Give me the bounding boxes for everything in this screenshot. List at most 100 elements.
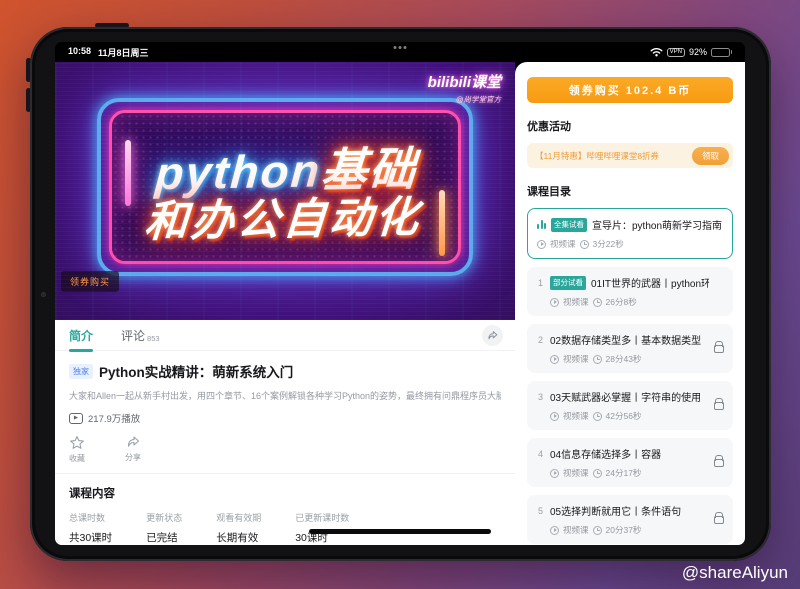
lesson-type: 视频课 <box>563 353 589 365</box>
course-item[interactable]: 3 03天赋武器必掌握丨字符串的使用 视频课 42分56秒 <box>527 381 733 430</box>
coupon-banner[interactable]: 【11月特惠】哔哩哔哩课堂8折券 领取 <box>527 143 733 168</box>
front-camera <box>41 292 46 297</box>
course-list[interactable]: 全集试看 宣导片：python萌新学习指南 视频课 3分22秒 <box>527 208 733 545</box>
thumbnail-title-python: python <box>154 144 323 199</box>
duration-icon <box>593 412 602 421</box>
favorite-button[interactable]: 收藏 <box>69 435 85 464</box>
duration-icon <box>593 298 602 307</box>
share-icon <box>487 330 498 341</box>
video-type-icon <box>550 298 559 307</box>
home-indicator[interactable] <box>309 529 491 534</box>
lock-icon <box>714 345 724 353</box>
lock-icon <box>714 459 724 467</box>
share-arrow-icon <box>125 435 141 449</box>
stat-validity: 观看有效期 长期有效 <box>216 511 261 545</box>
course-item[interactable]: 1 部分试看 01IT世界的武器丨python环境搭建_第一个 视频课 26分8… <box>527 267 733 316</box>
promo-section-title: 优惠活动 <box>527 118 733 134</box>
battery-icon <box>711 48 732 57</box>
ipad-device: 10:58 11月8日周三 VPN 92% <box>30 27 771 561</box>
lesson-index: 1 <box>536 278 545 288</box>
photo-watermark: @shareAliyun <box>682 563 788 583</box>
vpn-badge: VPN <box>667 48 685 57</box>
multitasking-indicator-icon[interactable] <box>394 46 407 49</box>
stat-updated-lessons: 已更新课时数 30课时 <box>295 511 349 545</box>
thumbnail-title-line2: 和办公自动化 <box>143 194 423 245</box>
lesson-type: 视频课 <box>563 467 589 479</box>
course-item-featured[interactable]: 全集试看 宣导片：python萌新学习指南 视频课 3分22秒 <box>527 208 733 259</box>
thumbnail-title-jichu: 基础 <box>319 143 419 197</box>
video-type-icon <box>550 355 559 364</box>
lesson-type: 视频课 <box>563 296 589 308</box>
course-item[interactable]: 2 02数据存储类型多丨基本数据类型 视频课 28分43秒 <box>527 324 733 373</box>
video-type-icon <box>550 526 559 535</box>
status-time: 10:58 <box>68 46 91 59</box>
lesson-duration: 24分17秒 <box>606 467 642 479</box>
tab-intro[interactable]: 简介 <box>69 327 93 344</box>
ipad-screen: 10:58 11月8日周三 VPN 92% <box>55 42 745 545</box>
lesson-title: 05选择判断就用它丨条件语句 <box>550 503 709 518</box>
battery-percent: 92% <box>689 47 707 57</box>
lesson-duration: 20分37秒 <box>606 524 642 536</box>
lesson-title: 01IT世界的武器丨python环境搭建_第一个 <box>591 275 709 290</box>
trial-badge: 全集试看 <box>551 218 587 232</box>
neon-frame <box>97 98 473 276</box>
claim-coupon-button[interactable]: 领取 <box>692 147 729 165</box>
thumbnail-title: python基础 和办公自动化 <box>55 62 515 320</box>
lesson-index: 4 <box>536 449 545 459</box>
neon-tube-left <box>125 140 131 206</box>
course-content-title: 课程内容 <box>69 485 501 501</box>
share-button[interactable] <box>482 325 503 346</box>
tab-comments[interactable]: 评论 853 <box>121 327 160 344</box>
video-player[interactable]: python基础 和办公自动化 bilibili课堂 @尚学堂官方 领券购买 <box>55 62 515 320</box>
now-playing-icon <box>537 220 546 229</box>
photo-background: 10:58 11月8日周三 VPN 92% <box>0 0 800 589</box>
lesson-index: 3 <box>536 392 545 402</box>
course-description: 大家和Allen一起从新手村出发，用四个章节、16个案例解锁各种学习Python… <box>69 389 501 402</box>
exclusive-badge: 独家 <box>69 364 93 379</box>
video-type-icon <box>537 240 546 249</box>
lesson-index: 5 <box>536 506 545 516</box>
catalog-section-title: 课程目录 <box>527 183 733 199</box>
course-item[interactable]: 5 05选择判断就用它丨条件语句 视频课 20分37秒 <box>527 495 733 544</box>
lesson-title: 03天赋武器必掌握丨字符串的使用 <box>550 389 709 404</box>
logo-subtext: @尚学堂官方 <box>428 94 501 105</box>
logo-text: bilibili课堂 <box>428 71 501 92</box>
lesson-duration: 28分43秒 <box>606 353 642 365</box>
play-count: 217.9万播放 <box>88 411 140 425</box>
course-content-section: 课程内容 总课时数 共30课时 更新状态 已完结 <box>55 474 515 545</box>
star-icon <box>69 435 85 450</box>
coupon-text: 【11月特惠】哔哩哔哩课堂8折券 <box>535 150 688 162</box>
lesson-title: 04信息存储选择多丨容器 <box>550 446 709 461</box>
share-action-button[interactable]: 分享 <box>125 435 141 464</box>
buy-button[interactable]: 领券购买 102.4 B币 <box>527 77 733 103</box>
lesson-index: 2 <box>536 335 545 345</box>
status-date: 11月8日周三 <box>98 46 149 59</box>
lock-icon <box>714 402 724 410</box>
play-count-icon: ▶ <box>69 413 83 424</box>
course-info-section: 独家 Python实战精讲：萌新系统入门 大家和Allen一起从新手村出发，用四… <box>55 351 515 474</box>
stat-total-lessons: 总课时数 共30课时 <box>69 511 112 545</box>
lesson-duration: 3分22秒 <box>593 238 624 250</box>
trial-badge: 部分试看 <box>550 276 586 290</box>
bilibili-class-logo: bilibili课堂 @尚学堂官方 <box>428 71 501 105</box>
lock-icon <box>714 516 724 524</box>
tab-comments-label: 评论 <box>121 327 145 344</box>
video-type-icon <box>550 469 559 478</box>
wifi-icon <box>650 47 663 57</box>
lesson-duration: 26分8秒 <box>606 296 637 308</box>
lesson-type: 视频课 <box>563 524 589 536</box>
comments-count: 853 <box>147 334 160 344</box>
course-item[interactable]: 4 04信息存储选择多丨容器 视频课 24分17秒 <box>527 438 733 487</box>
lesson-title: 宣导片：python萌新学习指南 <box>592 217 723 232</box>
course-title: Python实战精讲：萌新系统入门 <box>99 361 293 381</box>
duration-icon <box>593 526 602 535</box>
video-coupon-badge[interactable]: 领券购买 <box>61 271 119 292</box>
neon-tube-right <box>439 190 445 256</box>
course-sidebar: 领券购买 102.4 B币 优惠活动 【11月特惠】哔哩哔哩课堂8折券 领取 课… <box>515 62 745 545</box>
lesson-type: 视频课 <box>563 410 589 422</box>
duration-icon <box>593 469 602 478</box>
tab-bar: 简介 评论 853 <box>55 320 515 351</box>
video-type-icon <box>550 412 559 421</box>
share-label: 分享 <box>125 452 141 463</box>
stat-update-status: 更新状态 已完结 <box>146 511 182 545</box>
